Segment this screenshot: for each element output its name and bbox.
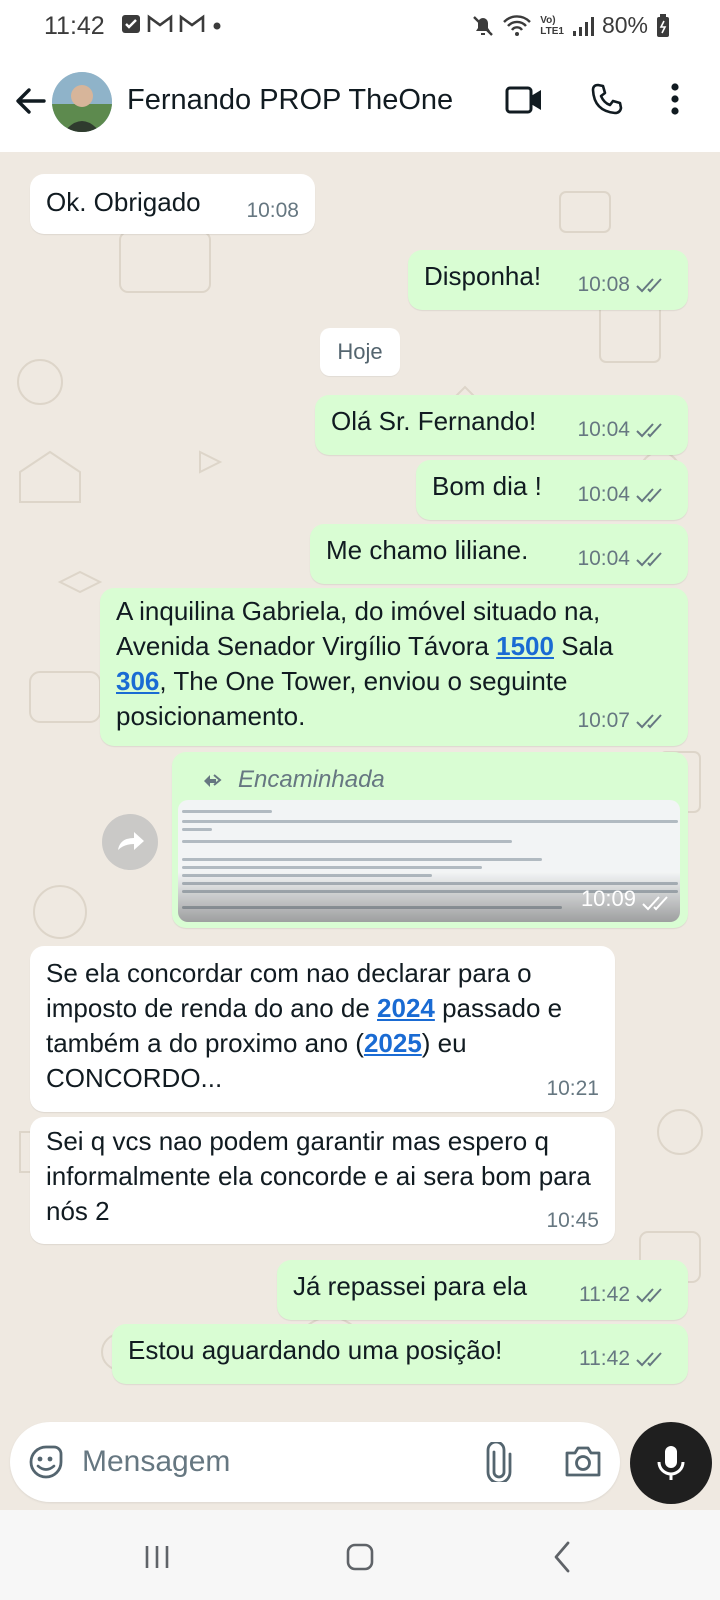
- message-incoming[interactable]: Se ela concordar com nao declarar para o…: [30, 946, 615, 1112]
- network-label: Vo) LTE1: [540, 14, 564, 37]
- message-outgoing[interactable]: Bom dia ! 10:04: [416, 460, 688, 520]
- read-ticks-icon: [636, 551, 662, 566]
- message-meta: 10:04: [577, 412, 666, 447]
- message-outgoing[interactable]: Me chamo liliane. 10:04: [310, 524, 688, 584]
- read-ticks-icon: [636, 1287, 662, 1302]
- message-incoming[interactable]: Sei q vcs nao podem garantir mas espero …: [30, 1117, 615, 1244]
- phone-link[interactable]: 306: [116, 666, 159, 696]
- checkbox-icon: [122, 15, 140, 33]
- status-bar: 11:42 Vo) LTE1 80%: [0, 0, 720, 56]
- notification-icons: [121, 14, 223, 34]
- phone-link[interactable]: 1500: [496, 631, 554, 661]
- forwarded-label: Encaminhada: [202, 762, 385, 797]
- message-input[interactable]: [82, 1436, 412, 1488]
- attach-icon[interactable]: [486, 1442, 512, 1482]
- more-vert-icon[interactable]: [670, 82, 680, 116]
- message-outgoing[interactable]: Estou aguardando uma posição! 11:42: [112, 1324, 688, 1384]
- video-call-icon[interactable]: [505, 84, 543, 116]
- read-ticks-icon: [636, 487, 662, 502]
- message-outgoing[interactable]: Olá Sr. Fernando! 10:04: [315, 395, 688, 455]
- read-ticks-icon: [636, 422, 662, 437]
- phone-link[interactable]: 2024: [377, 993, 435, 1023]
- message-text: Se ela concordar com nao declarar para o…: [46, 958, 563, 1093]
- emoji-icon[interactable]: [28, 1444, 64, 1480]
- message-meta: 10:04: [577, 477, 666, 512]
- phone-icon[interactable]: [590, 82, 624, 116]
- avatar[interactable]: [52, 72, 112, 132]
- gmail-icon: [147, 14, 173, 32]
- wifi-icon: [503, 14, 532, 36]
- message-time: 10:45: [546, 1209, 599, 1232]
- message-input-bar: [10, 1422, 620, 1502]
- signal-icon: [572, 16, 594, 36]
- message-meta: 11:42: [579, 1341, 666, 1376]
- forward-button[interactable]: [102, 814, 158, 870]
- phone-link[interactable]: 2025: [364, 1028, 422, 1058]
- gmail-icon: [179, 14, 205, 32]
- recents-icon[interactable]: [144, 1544, 170, 1570]
- forwarded-icon: [204, 773, 222, 787]
- read-ticks-icon: [636, 277, 662, 292]
- avatar-photo-icon: [52, 72, 112, 132]
- mic-icon: [657, 1446, 685, 1480]
- image-thumbnail[interactable]: 10:09: [178, 800, 680, 922]
- camera-icon[interactable]: [564, 1444, 602, 1478]
- message-outgoing[interactable]: Já repassei para ela 11:42: [277, 1260, 688, 1320]
- system-nav-bar: [0, 1510, 720, 1600]
- message-meta: 10:08: [577, 267, 666, 302]
- message-incoming[interactable]: Ok. Obrigado 10:08: [30, 174, 315, 234]
- message-meta: 10:07: [577, 703, 666, 738]
- chat-area[interactable]: Ok. Obrigado 10:08 Disponha! 10:08 Hoje …: [0, 152, 720, 1422]
- chat-header: Fernando PROP TheOne: [0, 56, 720, 152]
- home-icon[interactable]: [345, 1542, 375, 1572]
- battery-icon: [657, 13, 669, 37]
- message-time: 10:21: [546, 1077, 599, 1100]
- message-meta: 10:04: [577, 541, 666, 576]
- message-outgoing[interactable]: Disponha! 10:08: [408, 250, 688, 310]
- status-right: Vo) LTE1 80%: [472, 12, 670, 39]
- status-time: 11:42: [44, 12, 105, 40]
- battery-percent: 80%: [601, 12, 648, 38]
- date-chip: Hoje: [320, 328, 400, 376]
- message-outgoing[interactable]: A inquilina Gabriela, do imóvel situado …: [100, 588, 688, 746]
- read-ticks-icon: [642, 896, 668, 911]
- image-time: 10:09: [580, 886, 636, 911]
- mic-button[interactable]: [630, 1422, 712, 1504]
- mute-icon: [473, 15, 494, 36]
- nav-back-icon[interactable]: [552, 1540, 572, 1574]
- read-ticks-icon: [636, 713, 662, 728]
- message-time: 10:08: [246, 199, 299, 222]
- contact-name[interactable]: Fernando PROP TheOne: [127, 84, 453, 117]
- back-arrow-icon[interactable]: [14, 84, 48, 118]
- forward-icon: [118, 832, 144, 850]
- message-forwarded-image[interactable]: Encaminhada 10:09: [172, 752, 688, 928]
- message-meta: 11:42: [579, 1277, 666, 1312]
- read-ticks-icon: [636, 1351, 662, 1366]
- dot-icon: [213, 22, 221, 30]
